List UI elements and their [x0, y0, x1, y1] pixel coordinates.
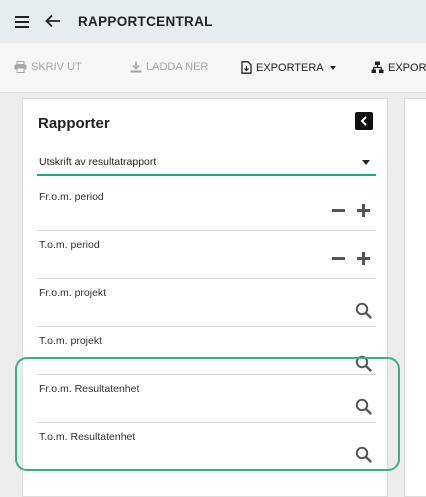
- field-label: Fr.o.m. period: [39, 191, 104, 203]
- minus-icon[interactable]: [332, 209, 345, 212]
- field-label: Fr.o.m. projekt: [39, 287, 107, 299]
- print-button[interactable]: SKRIV UT: [14, 61, 82, 73]
- download-button[interactable]: LADDA NER: [130, 61, 208, 73]
- print-button-label: SKRIV UT: [31, 61, 82, 73]
- collapse-panel-button[interactable]: [355, 112, 373, 130]
- to-period-field[interactable]: T.o.m. period: [37, 239, 376, 279]
- plus-icon[interactable]: [357, 204, 370, 217]
- chevron-left-icon: [360, 116, 367, 126]
- caret-down-icon: [362, 160, 370, 165]
- field-label: T.o.m. period: [39, 239, 100, 251]
- from-period-field[interactable]: Fr.o.m. period: [37, 191, 376, 231]
- report-select[interactable]: Utskrift av resultatrapport: [37, 149, 376, 176]
- search-icon[interactable]: [355, 302, 372, 319]
- toolbar: SKRIV UT LADDA NER EXPORTERA EXPOR: [0, 43, 426, 93]
- arrow-left-icon[interactable]: [44, 12, 62, 30]
- field-label: T.o.m. projekt: [39, 335, 103, 347]
- report-preview-panel: [404, 98, 426, 497]
- app-bar: RAPPORTCENTRAL: [0, 0, 426, 43]
- from-project-field[interactable]: Fr.o.m. projekt: [37, 287, 376, 327]
- export2-button-label: EXPOR: [388, 61, 426, 74]
- export-structure-button[interactable]: EXPOR: [371, 61, 426, 74]
- printer-icon: [14, 61, 27, 73]
- file-export-icon: [241, 61, 252, 74]
- hamburger-menu-icon[interactable]: [15, 16, 29, 28]
- plus-icon[interactable]: [357, 252, 370, 265]
- minus-icon[interactable]: [332, 257, 345, 260]
- sitemap-icon: [371, 61, 384, 73]
- download-icon: [130, 61, 142, 73]
- caret-down-icon: [329, 65, 336, 70]
- download-button-label: LADDA NER: [146, 61, 209, 73]
- export-button-label: EXPORTERA: [256, 61, 324, 74]
- panel-title: Rapporter: [38, 115, 110, 132]
- report-select-value: Utskrift av resultatrapport: [39, 156, 157, 168]
- app-title: RAPPORTCENTRAL: [78, 14, 213, 29]
- highlight-outline: [15, 357, 400, 471]
- export-dropdown-button[interactable]: EXPORTERA: [241, 61, 336, 74]
